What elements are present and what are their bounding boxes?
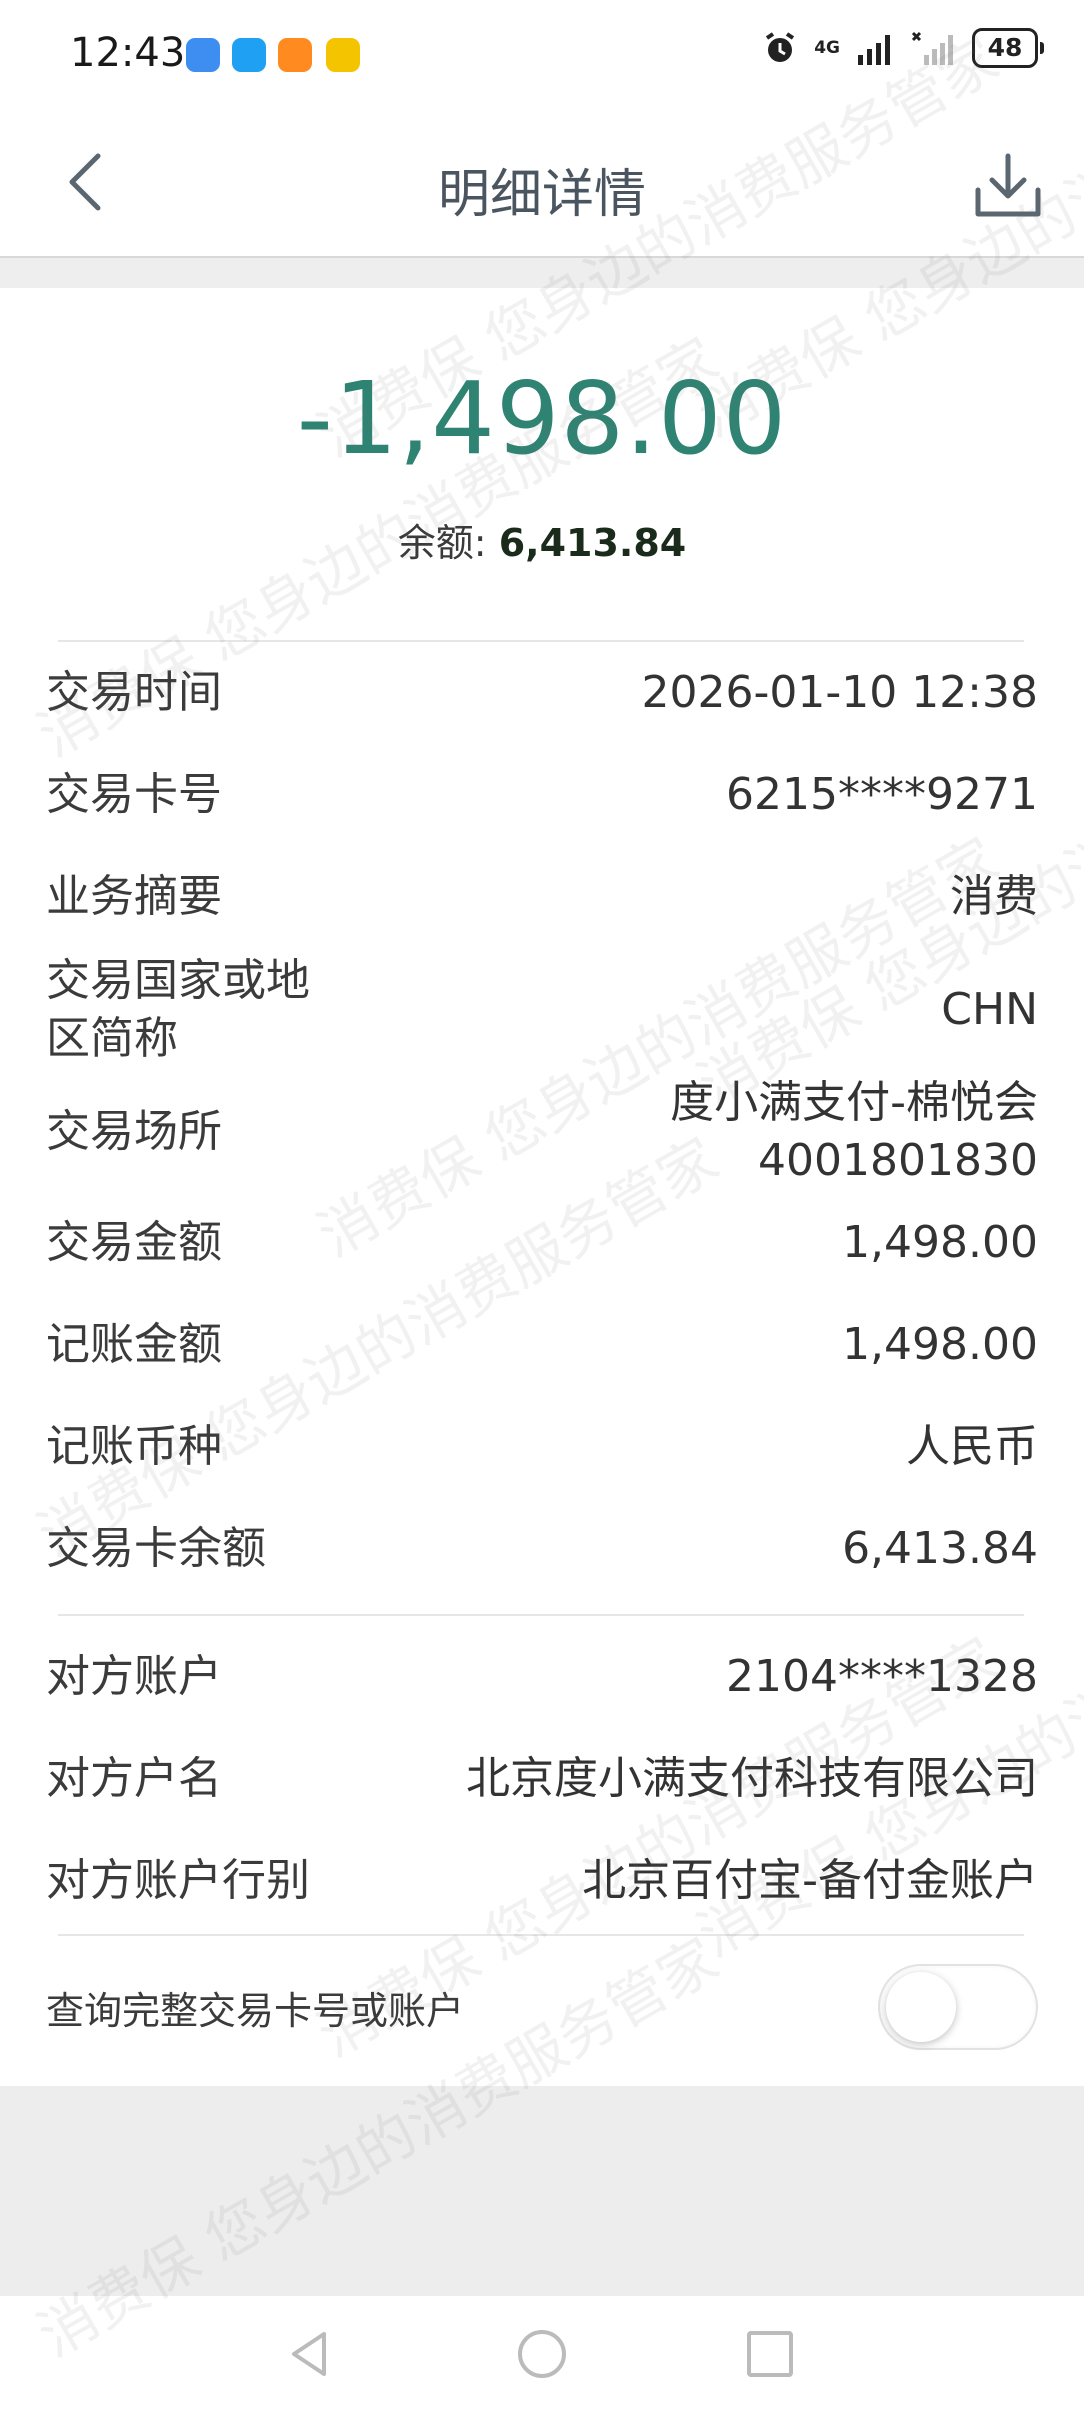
download-icon[interactable]: [972, 150, 1044, 222]
status-bar: 12:43 4G 48: [0, 0, 1084, 110]
toggle-label: 查询完整交易卡号或账户: [46, 1988, 465, 2033]
balance-line: 余额: 6,413.84: [0, 512, 1084, 567]
page-title: 明细详情: [437, 165, 646, 225]
full-card-toggle[interactable]: [878, 1964, 1038, 2050]
detail-label: 交易国家或地区简称: [46, 955, 310, 1064]
detail-row-summary: 业务摘要 消费: [46, 868, 1038, 926]
detail-row-country: 交易国家或地区简称 CHN: [46, 952, 1038, 1068]
back-icon[interactable]: [280, 2324, 340, 2384]
detail-value: 2026-01-10 12:38: [641, 667, 1039, 718]
clock-app-icon: [186, 38, 220, 72]
detail-row-amount: 交易金额 1,498.00: [46, 1214, 1038, 1272]
news-app-icon: [326, 38, 360, 72]
system-nav-bar: [0, 2296, 1084, 2412]
detail-value: 北京百付宝-备付金账户: [582, 1855, 1038, 1906]
home-icon[interactable]: [512, 2324, 572, 2384]
toggle-knob: [886, 1972, 956, 2042]
counterparty-row-account: 对方账户 2104****1328: [46, 1648, 1038, 1706]
detail-value: 6215****9271: [726, 769, 1038, 820]
detail-label: 对方账户行别: [46, 1855, 310, 1906]
detail-row-merchant: 交易场所 度小满支付-棉悦会 4001801830: [46, 1074, 1038, 1190]
detail-label: 记账金额: [46, 1319, 222, 1370]
detail-label: 业务摘要: [46, 871, 222, 922]
battery-icon: 48: [972, 28, 1044, 68]
detail-label: 交易卡号: [46, 769, 222, 820]
detail-value: 消费: [950, 871, 1038, 922]
transaction-amount: -1,498.00: [296, 360, 788, 477]
no-signal-icon: [912, 31, 953, 65]
detail-label: 对方户名: [46, 1753, 222, 1804]
divider: [58, 1614, 1024, 1616]
detail-value: 2104****1328: [726, 1651, 1038, 1702]
detail-value: 1,498.00: [842, 1319, 1038, 1370]
recents-icon[interactable]: [740, 2324, 800, 2384]
detail-value: 人民币: [906, 1421, 1038, 1472]
detail-label: 交易金额: [46, 1217, 222, 1268]
message-app-icon: [232, 38, 266, 72]
video-app-icon: [278, 38, 312, 72]
detail-value: 度小满支付-棉悦会 4001801830: [670, 1077, 1038, 1186]
empty-area: [0, 2086, 1084, 2296]
detail-label: 交易场所: [46, 1106, 222, 1157]
signal-icon: [858, 35, 890, 65]
detail-value: 6,413.84: [842, 1523, 1038, 1574]
detail-value: CHN: [941, 984, 1038, 1035]
full-card-query-row: 查询完整交易卡号或账户: [46, 1962, 1038, 2052]
counterparty-row-name: 对方户名 北京度小满支付科技有限公司: [46, 1750, 1038, 1808]
detail-row-time: 交易时间 2026-01-10 12:38: [46, 664, 1038, 722]
status-time: 12:43: [70, 30, 186, 76]
detail-value: 北京度小满支付科技有限公司: [466, 1753, 1038, 1804]
counterparty-row-bank: 对方账户行别 北京百付宝-备付金账户: [46, 1852, 1038, 1910]
detail-label: 记账币种: [46, 1421, 222, 1472]
detail-row-card: 交易卡号 6215****9271: [46, 766, 1038, 824]
header-separator: [0, 258, 1084, 288]
detail-label: 交易时间: [46, 667, 222, 718]
detail-value: 1,498.00: [842, 1217, 1038, 1268]
detail-row-card-balance: 交易卡余额 6,413.84: [46, 1520, 1038, 1578]
status-right: 4G 48: [762, 28, 1044, 68]
detail-label: 对方账户: [46, 1651, 222, 1702]
balance-value: 6,413.84: [498, 521, 687, 565]
detail-row-posted-amount: 记账金额 1,498.00: [46, 1316, 1038, 1374]
balance-label: 余额:: [397, 521, 487, 565]
divider: [58, 1934, 1024, 1936]
divider: [58, 640, 1024, 642]
battery-level: 48: [972, 28, 1038, 68]
nav-bar: 明细详情: [0, 110, 1084, 258]
alarm-icon: [766, 32, 795, 62]
detail-row-currency: 记账币种 人民币: [46, 1418, 1038, 1476]
network-type: 4G: [814, 37, 840, 58]
detail-label: 交易卡余额: [46, 1523, 266, 1574]
